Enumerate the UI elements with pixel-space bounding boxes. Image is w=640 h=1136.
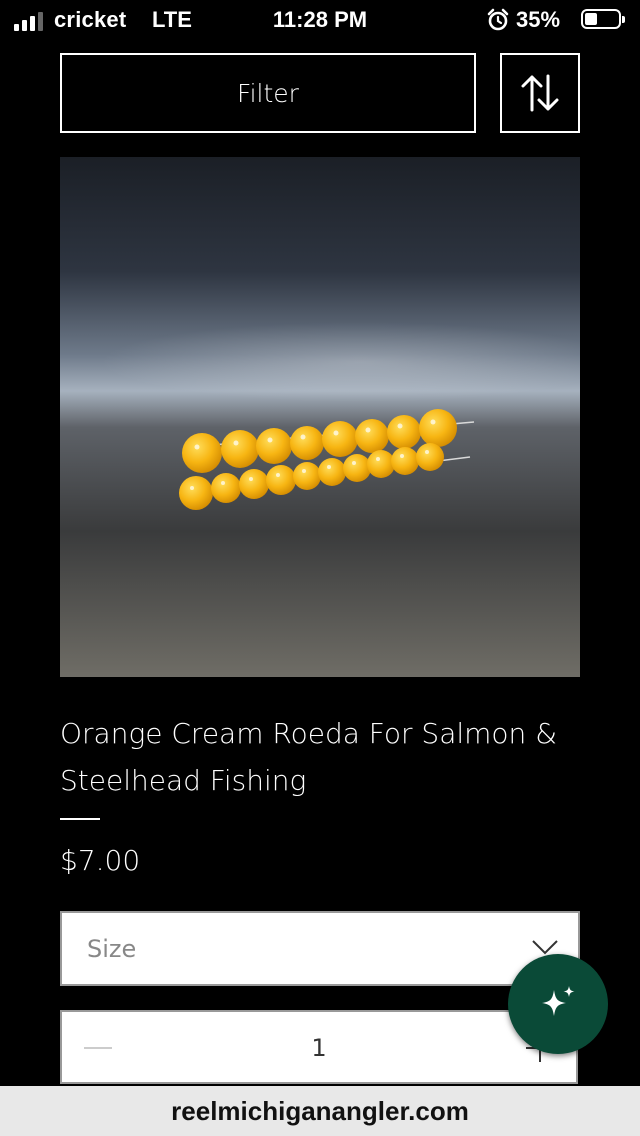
assistant-button[interactable] — [508, 954, 608, 1054]
size-select[interactable]: Size — [60, 911, 580, 986]
browser-url-bar[interactable]: reelmichiganangler.com — [0, 1086, 640, 1136]
quantity-stepper[interactable]: 1 — [60, 1010, 578, 1084]
size-select-placeholder: Size — [87, 935, 137, 963]
product-price: $7.00 — [60, 844, 141, 877]
battery-percent: 35% — [516, 7, 561, 32]
status-bar: cricket LTE 11:28 PM 35% — [0, 0, 640, 42]
title-divider — [60, 818, 100, 820]
quantity-value[interactable]: 1 — [62, 1034, 576, 1062]
url-text[interactable]: reelmichiganangler.com — [171, 1096, 469, 1127]
sort-button[interactable] — [500, 53, 580, 133]
product-title[interactable]: Orange Cream Roeda For Salmon & Steelhea… — [60, 710, 580, 804]
sort-arrows-icon — [521, 74, 559, 112]
battery-icon — [581, 9, 625, 29]
sparkle-icon — [542, 986, 575, 1016]
chevron-down-icon — [532, 940, 558, 955]
product-image[interactable] — [60, 157, 580, 677]
filter-button[interactable]: Filter — [60, 53, 476, 133]
alarm-icon — [487, 8, 509, 31]
